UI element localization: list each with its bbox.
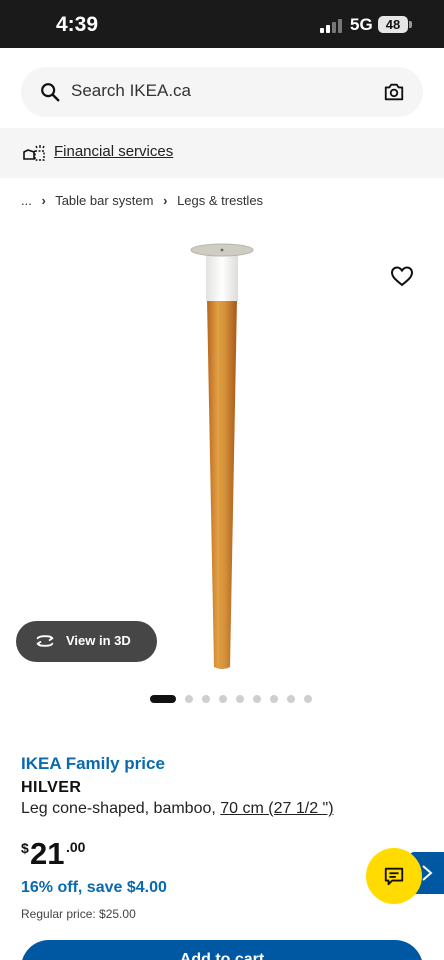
view-in-3d-label: View in 3D bbox=[66, 633, 131, 648]
product-description: Leg cone-shaped, bamboo, 70 cm (27 1/2 "… bbox=[21, 800, 334, 818]
chevron-icon: › bbox=[163, 193, 168, 208]
discount-label: 16% off, save $4.00 bbox=[21, 879, 167, 896]
financial-services-banner[interactable]: Financial services bbox=[0, 128, 444, 178]
chat-icon bbox=[384, 867, 404, 886]
family-price-label: IKEA Family price bbox=[21, 754, 165, 773]
battery-icon: 48 bbox=[378, 16, 408, 33]
financial-services-link[interactable]: Financial services bbox=[54, 143, 173, 160]
carousel-dot[interactable] bbox=[287, 695, 295, 703]
add-to-cart-button[interactable]: Add to cart bbox=[21, 940, 423, 960]
carousel-dot[interactable] bbox=[253, 695, 261, 703]
product-image[interactable] bbox=[0, 215, 444, 685]
price-decimal: .00 bbox=[66, 839, 86, 855]
chat-button[interactable] bbox=[366, 848, 422, 904]
status-bar: 4:39 5G 48 bbox=[0, 0, 444, 48]
price-currency: $ bbox=[21, 840, 29, 856]
carousel-dot[interactable] bbox=[270, 695, 278, 703]
search-icon bbox=[41, 83, 60, 102]
product-name: HILVER bbox=[21, 779, 82, 796]
carousel-dot[interactable] bbox=[219, 695, 227, 703]
carousel-dot[interactable] bbox=[236, 695, 244, 703]
battery-tip bbox=[409, 21, 412, 28]
carousel-dot[interactable] bbox=[150, 695, 176, 703]
price-whole: 21 bbox=[30, 836, 65, 871]
product-size-link[interactable]: 70 cm (27 1/2 ") bbox=[220, 800, 333, 817]
breadcrumb-item-legs-trestles[interactable]: Legs & trestles bbox=[177, 193, 263, 208]
carousel-pagination[interactable] bbox=[150, 695, 312, 705]
signal-icon bbox=[320, 17, 344, 33]
heart-icon[interactable] bbox=[390, 265, 414, 287]
rotate-3d-icon bbox=[36, 635, 54, 647]
view-in-3d-button[interactable]: View in 3D bbox=[16, 621, 157, 662]
carousel-dot[interactable] bbox=[304, 695, 312, 703]
camera-icon[interactable] bbox=[383, 81, 405, 103]
network-label: 5G bbox=[350, 15, 373, 34]
search-input[interactable]: Search IKEA.ca bbox=[71, 81, 191, 101]
status-time: 4:39 bbox=[56, 13, 99, 36]
search-bar[interactable]: Search IKEA.ca bbox=[21, 67, 423, 117]
breadcrumb-item-table-bar-system[interactable]: Table bar system bbox=[55, 193, 153, 208]
chevron-icon: › bbox=[41, 193, 46, 208]
regular-price: Regular price: $25.00 bbox=[21, 907, 136, 921]
product-description-text: Leg cone-shaped, bamboo, bbox=[21, 800, 221, 817]
financial-icon bbox=[23, 145, 45, 161]
breadcrumb: ... › Table bar system › Legs & trestles bbox=[21, 193, 263, 208]
breadcrumb-ellipsis[interactable]: ... bbox=[21, 193, 32, 208]
carousel-dot[interactable] bbox=[185, 695, 193, 703]
carousel-dot[interactable] bbox=[202, 695, 210, 703]
